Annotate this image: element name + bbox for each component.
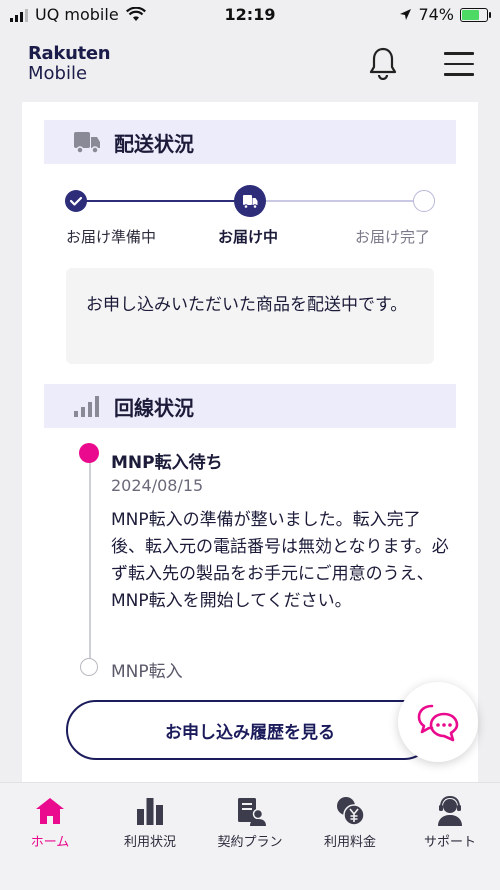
mnp-status-title: MNP転入待ち	[111, 453, 223, 473]
truck-icon	[74, 132, 100, 154]
nav-usage[interactable]: 利用状況	[100, 795, 200, 850]
step-dot-pending	[413, 190, 435, 212]
nav-fees[interactable]: 利用料金	[300, 795, 400, 850]
line-section-title: 回線状況	[114, 395, 194, 420]
line-section-header: 回線状況	[44, 384, 456, 428]
battery-percent: 74%	[418, 5, 454, 24]
nav-fees-label: 利用料金	[323, 835, 376, 850]
bottom-navigation: ホーム 利用状況 契約プラン 利用料金 サポート	[0, 782, 500, 890]
delivery-section-title: 配送状況	[114, 131, 194, 156]
timeline-line	[89, 452, 91, 660]
logo-line2: Mobile	[28, 63, 88, 84]
yen-coins-icon	[337, 797, 365, 826]
nav-plan-label: 契約プラン	[217, 835, 283, 850]
delivery-message-box: お申し込みいただいた商品を配送中です。	[66, 268, 434, 364]
delivery-message: お申し込みいただいた商品を配送中です。	[86, 295, 408, 315]
nav-plan[interactable]: 契約プラン	[200, 795, 300, 850]
timeline-dot-current	[79, 443, 99, 463]
app-header: Rakuten Mobile	[0, 30, 500, 102]
bar-chart-icon	[137, 798, 163, 825]
nav-home[interactable]: ホーム	[0, 795, 100, 850]
nav-support[interactable]: サポート	[400, 795, 500, 850]
delivery-section-header: 配送状況	[44, 120, 456, 164]
nav-usage-label: 利用状況	[123, 835, 176, 850]
home-icon	[36, 798, 64, 824]
support-agent-icon	[438, 795, 462, 826]
check-icon	[69, 196, 83, 206]
location-arrow-icon	[400, 9, 412, 20]
chat-bubbles-icon	[417, 704, 459, 742]
step-label-preparing: お届け準備中	[66, 228, 157, 246]
nav-home-label: ホーム	[30, 835, 70, 850]
status-right: 74%	[399, 5, 491, 24]
contract-icon	[238, 798, 266, 826]
status-bar: UQ mobile 12:19 74%	[0, 0, 500, 30]
logo-line1: Rakuten	[28, 43, 111, 64]
bell-icon[interactable]	[368, 46, 398, 80]
battery-icon	[460, 7, 491, 22]
step-line-pending	[250, 200, 424, 202]
mnp-status-date: 2024/08/15	[111, 476, 204, 495]
signal-bars-icon	[74, 396, 99, 417]
step-dot-current	[234, 185, 266, 217]
hamburger-menu-icon[interactable]	[444, 52, 474, 76]
mnp-status-description: MNP転入の準備が整いました。転入完了後、転入元の電話番号は無効となります。必ず…	[111, 510, 449, 611]
step-label-delivering: お届け中	[218, 228, 279, 246]
chat-button[interactable]	[398, 682, 478, 762]
nav-support-label: サポート	[423, 835, 476, 850]
main-card: 配送状況 お届け準備中 お届け中 お届け完了 お申し込みいただいた商品を配送中で…	[22, 102, 478, 782]
mnp-next-step: MNP転入	[111, 662, 183, 682]
step-label-delivered: お届け完了	[355, 228, 431, 246]
rakuten-mobile-logo[interactable]: Rakuten Mobile	[28, 43, 111, 84]
timeline-dot-next	[80, 658, 98, 676]
step-line-done	[76, 200, 250, 202]
step-dot-done	[65, 190, 87, 212]
small-truck-icon	[243, 195, 258, 209]
application-history-button[interactable]: お申し込み履歴を見る	[66, 700, 434, 760]
